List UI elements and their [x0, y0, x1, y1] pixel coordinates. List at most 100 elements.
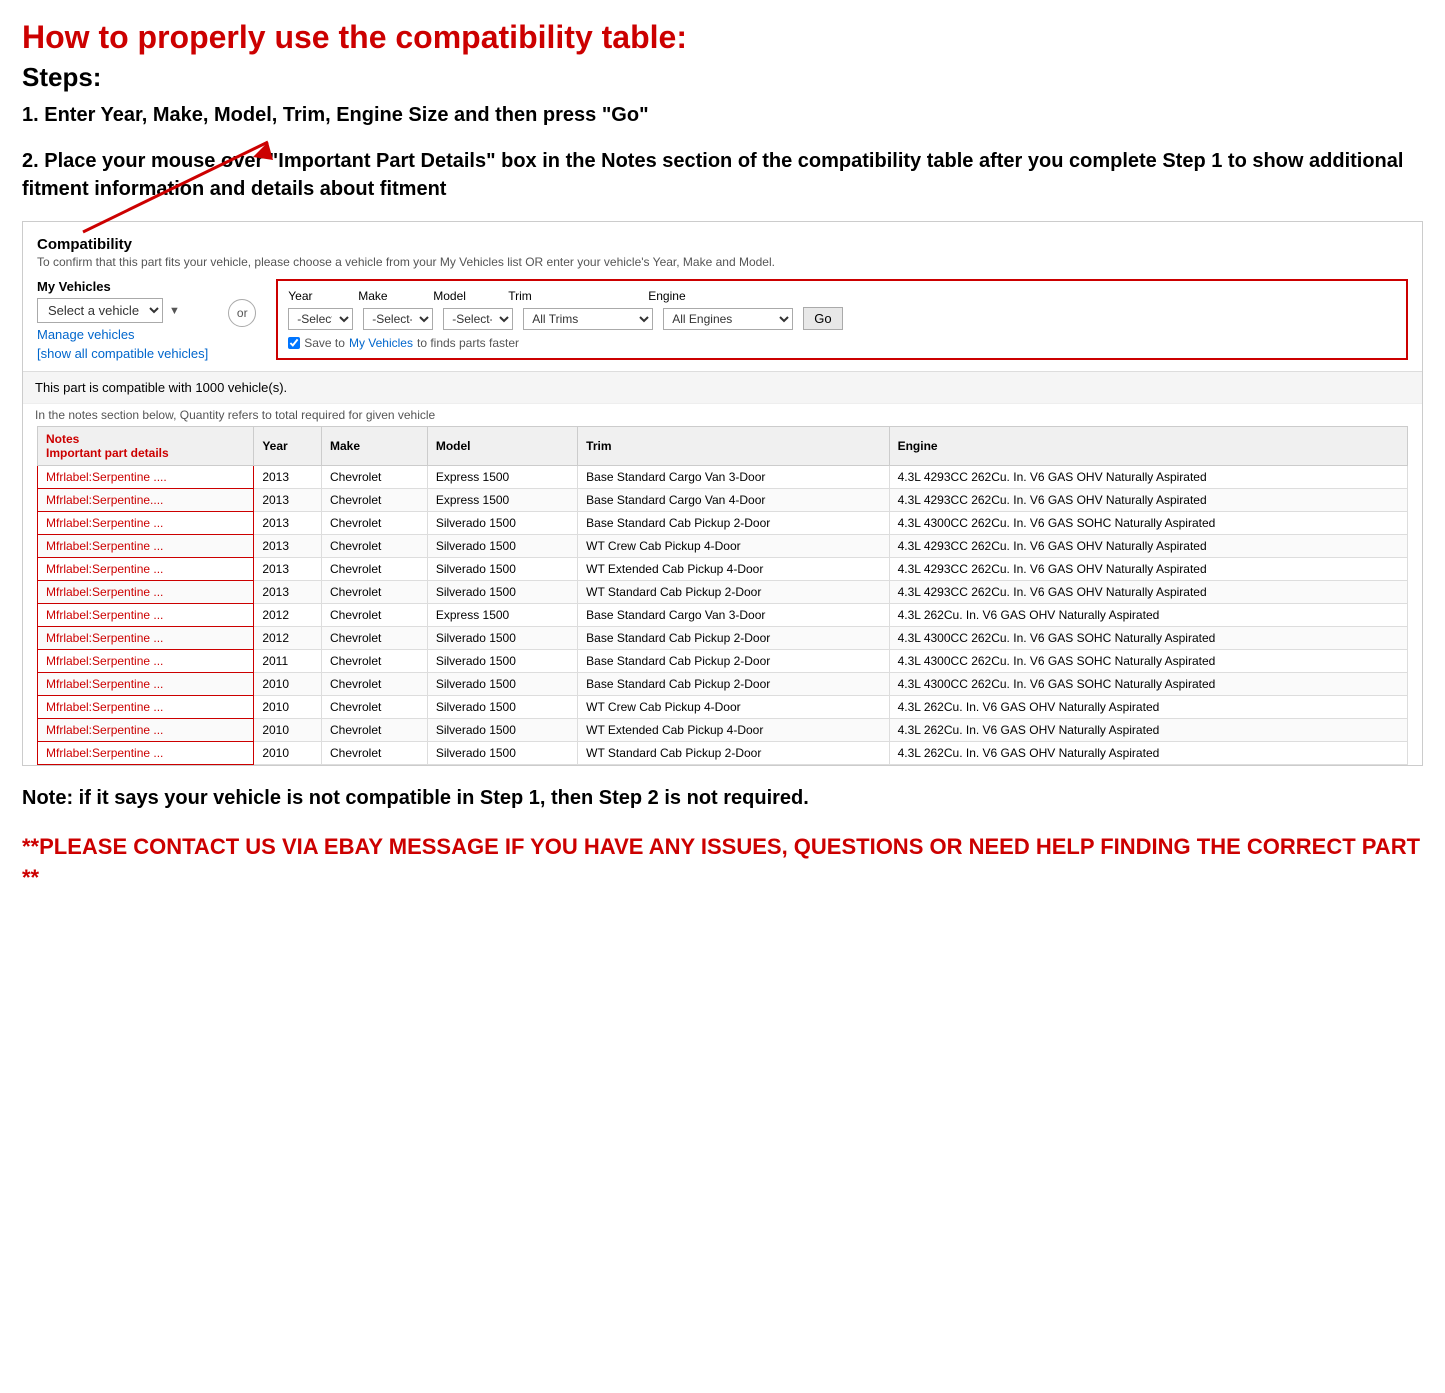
engine-cell: 4.3L 4300CC 262Cu. In. V6 GAS SOHC Natur… — [889, 650, 1407, 673]
engine-cell: 4.3L 4293CC 262Cu. In. V6 GAS OHV Natura… — [889, 489, 1407, 512]
trim-cell: Base Standard Cargo Van 4-Door — [578, 489, 889, 512]
trim-select[interactable]: All Trims — [523, 308, 653, 330]
go-button[interactable]: Go — [803, 307, 842, 330]
notes-cell: Mfrlabel:Serpentine.... — [38, 489, 254, 512]
model-cell: Silverado 1500 — [427, 627, 577, 650]
notes-cell: Mfrlabel:Serpentine ... — [38, 512, 254, 535]
notes-cell: Mfrlabel:Serpentine ... — [38, 535, 254, 558]
make-cell: Chevrolet — [321, 558, 427, 581]
year-header: Year — [254, 427, 322, 466]
vehicle-select-row: Select a vehicle ▼ — [37, 298, 208, 323]
show-all-compat-link[interactable]: [show all compatible vehicles] — [37, 346, 208, 361]
year-label: Year — [288, 289, 348, 303]
table-row: Mfrlabel:Serpentine ...2013ChevroletSilv… — [38, 558, 1408, 581]
model-cell: Silverado 1500 — [427, 558, 577, 581]
make-cell: Chevrolet — [321, 719, 427, 742]
table-row: Mfrlabel:Serpentine ...2013ChevroletSilv… — [38, 535, 1408, 558]
ymm-inputs-row: -Select- -Select- -Select- All Trims All… — [288, 307, 1396, 330]
engine-cell: 4.3L 262Cu. In. V6 GAS OHV Naturally Asp… — [889, 696, 1407, 719]
notes-cell: Mfrlabel:Serpentine ... — [38, 673, 254, 696]
or-divider: or — [228, 299, 256, 327]
step2-text: 2. Place your mouse over "Important Part… — [22, 147, 1423, 203]
make-cell: Chevrolet — [321, 650, 427, 673]
engine-cell: 4.3L 4293CC 262Cu. In. V6 GAS OHV Natura… — [889, 558, 1407, 581]
model-select[interactable]: -Select- — [443, 308, 513, 330]
trim-cell: Base Standard Cab Pickup 2-Door — [578, 627, 889, 650]
my-vehicles-section: My Vehicles Select a vehicle ▼ Manage ve… — [37, 279, 208, 361]
model-cell: Silverado 1500 — [427, 650, 577, 673]
make-cell: Chevrolet — [321, 512, 427, 535]
trim-cell: WT Standard Cab Pickup 2-Door — [578, 581, 889, 604]
make-cell: Chevrolet — [321, 581, 427, 604]
notes-cell: Mfrlabel:Serpentine ... — [38, 627, 254, 650]
engine-cell: 4.3L 4300CC 262Cu. In. V6 GAS SOHC Natur… — [889, 627, 1407, 650]
trim-header: Trim — [578, 427, 889, 466]
compat-table: Notes Important part details Year Make M… — [37, 426, 1408, 765]
make-cell: Chevrolet — [321, 489, 427, 512]
year-cell: 2010 — [254, 696, 322, 719]
engine-cell: 4.3L 4300CC 262Cu. In. V6 GAS SOHC Natur… — [889, 512, 1407, 535]
my-vehicles-link[interactable]: My Vehicles — [349, 336, 413, 350]
make-select[interactable]: -Select- — [363, 308, 433, 330]
table-row: Mfrlabel:Serpentine ....2013ChevroletExp… — [38, 466, 1408, 489]
compat-note: In the notes section below, Quantity ref… — [23, 403, 1422, 426]
trim-cell: WT Extended Cab Pickup 4-Door — [578, 719, 889, 742]
notes-cell: Mfrlabel:Serpentine ... — [38, 581, 254, 604]
table-row: Mfrlabel:Serpentine ...2010ChevroletSilv… — [38, 719, 1408, 742]
trim-cell: Base Standard Cargo Van 3-Door — [578, 604, 889, 627]
year-cell: 2010 — [254, 719, 322, 742]
make-header: Make — [321, 427, 427, 466]
notes-cell: Mfrlabel:Serpentine ... — [38, 604, 254, 627]
make-cell: Chevrolet — [321, 696, 427, 719]
engine-cell: 4.3L 262Cu. In. V6 GAS OHV Naturally Asp… — [889, 742, 1407, 765]
make-label: Make — [358, 289, 423, 303]
notes-cell: Mfrlabel:Serpentine ... — [38, 696, 254, 719]
year-cell: 2013 — [254, 535, 322, 558]
step1-text: 1. Enter Year, Make, Model, Trim, Engine… — [22, 101, 1423, 129]
make-cell: Chevrolet — [321, 742, 427, 765]
table-row: Mfrlabel:Serpentine ...2013ChevroletSilv… — [38, 512, 1408, 535]
compat-subtitle: To confirm that this part fits your vehi… — [37, 255, 1408, 269]
model-header: Model — [427, 427, 577, 466]
notes-cell: Mfrlabel:Serpentine ... — [38, 719, 254, 742]
my-vehicles-label: My Vehicles — [37, 279, 208, 294]
compat-count-bar: This part is compatible with 1000 vehicl… — [23, 371, 1422, 403]
notes-cell: Mfrlabel:Serpentine ... — [38, 742, 254, 765]
save-row: Save to My Vehicles to finds parts faste… — [288, 336, 1396, 350]
save-checkbox[interactable] — [288, 337, 300, 349]
year-cell: 2012 — [254, 604, 322, 627]
compat-title: Compatibility — [37, 236, 1408, 253]
table-row: Mfrlabel:Serpentine ...2010ChevroletSilv… — [38, 673, 1408, 696]
manage-vehicles-link[interactable]: Manage vehicles — [37, 327, 208, 342]
table-row: Mfrlabel:Serpentine ...2010ChevroletSilv… — [38, 742, 1408, 765]
model-cell: Silverado 1500 — [427, 719, 577, 742]
model-cell: Silverado 1500 — [427, 742, 577, 765]
engine-cell: 4.3L 4293CC 262Cu. In. V6 GAS OHV Natura… — [889, 581, 1407, 604]
year-select[interactable]: -Select- — [288, 308, 353, 330]
engine-cell: 4.3L 262Cu. In. V6 GAS OHV Naturally Asp… — [889, 719, 1407, 742]
vehicle-select[interactable]: Select a vehicle — [37, 298, 163, 323]
main-title: How to properly use the compatibility ta… — [22, 18, 1423, 56]
make-cell: Chevrolet — [321, 627, 427, 650]
engine-select[interactable]: All Engines — [663, 308, 793, 330]
notes-cell: Mfrlabel:Serpentine .... — [38, 466, 254, 489]
model-cell: Silverado 1500 — [427, 512, 577, 535]
trim-cell: WT Extended Cab Pickup 4-Door — [578, 558, 889, 581]
model-cell: Express 1500 — [427, 604, 577, 627]
engine-cell: 4.3L 4293CC 262Cu. In. V6 GAS OHV Natura… — [889, 466, 1407, 489]
compat-top-row: My Vehicles Select a vehicle ▼ Manage ve… — [37, 279, 1408, 361]
engine-cell: 4.3L 4293CC 262Cu. In. V6 GAS OHV Natura… — [889, 535, 1407, 558]
model-cell: Silverado 1500 — [427, 535, 577, 558]
important-part-details-header: Important part details — [46, 446, 169, 460]
notes-cell: Mfrlabel:Serpentine ... — [38, 650, 254, 673]
model-cell: Silverado 1500 — [427, 673, 577, 696]
table-row: Mfrlabel:Serpentine ...2012ChevroletSilv… — [38, 627, 1408, 650]
model-cell: Silverado 1500 — [427, 581, 577, 604]
engine-label: Engine — [648, 289, 778, 303]
compatibility-section: Compatibility To confirm that this part … — [22, 221, 1423, 766]
trim-cell: Base Standard Cab Pickup 2-Door — [578, 650, 889, 673]
table-row: Mfrlabel:Serpentine ...2013ChevroletSilv… — [38, 581, 1408, 604]
model-cell: Express 1500 — [427, 466, 577, 489]
make-cell: Chevrolet — [321, 535, 427, 558]
trim-label: Trim — [508, 289, 638, 303]
